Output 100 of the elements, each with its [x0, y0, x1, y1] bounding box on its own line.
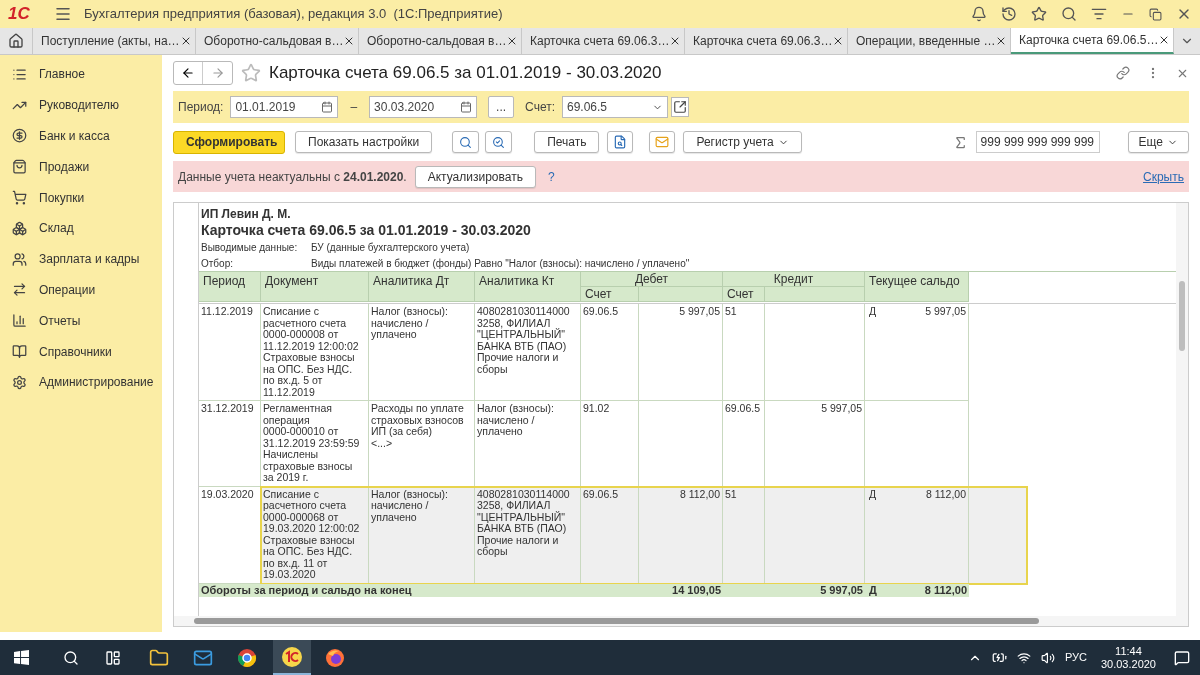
- table-cell: 69.06.5: [581, 486, 639, 584]
- report-title: Карточка счета 69.06.5 за 01.01.2019 - 30.03.2020: [201, 221, 532, 240]
- list-icon: [12, 66, 27, 82]
- task-view-icon[interactable]: [105, 649, 121, 666]
- table-cell: 11.12.2019: [199, 304, 261, 401]
- tab[interactable]: Оборотно-сальдовая в…: [196, 28, 359, 54]
- search-button[interactable]: [452, 131, 480, 153]
- sidebar-item[interactable]: Отчеты: [0, 305, 162, 337]
- register-button[interactable]: Регистр учета: [683, 131, 802, 153]
- date-field[interactable]: 01.01.2019: [230, 96, 339, 118]
- tab[interactable]: Карточка счета 69.06.3…: [522, 28, 685, 54]
- column-header: Кредит: [723, 272, 865, 287]
- column-header: Аналитика Дт: [369, 272, 475, 302]
- window-title: Бухгалтерия предприятия (базовая), редакция 3.0 (1С:Предприятие): [84, 5, 503, 24]
- table-cell: Д: [865, 304, 889, 401]
- sidebar-item[interactable]: Администрирование: [0, 366, 162, 398]
- table-cell: 31.12.2019: [199, 401, 261, 487]
- tab[interactable]: Оборотно-сальдовая в…: [359, 28, 522, 54]
- arrow-left-icon: [181, 66, 195, 80]
- column-header: Период: [199, 272, 261, 302]
- totals-label: Обороты за период и сальдо на конец: [200, 583, 413, 597]
- home-icon: [8, 33, 24, 49]
- open-icon[interactable]: [671, 97, 689, 117]
- table-cell-text: 8 112,00: [923, 583, 968, 597]
- table-cell: Д: [865, 486, 889, 584]
- notifications-icon[interactable]: [1174, 649, 1190, 666]
- account-field[interactable]: 69.06.5: [562, 96, 668, 118]
- table-cell: 4080281030114000 3258, ФИЛИАЛ "ЦЕНТРАЛЬНЫЙ" БАНКА ВТБ (ПАО) Прочие налоги и сборы: [475, 486, 581, 584]
- table-cell: 5 997,05: [889, 304, 969, 401]
- sidebar-item[interactable]: Руководителю: [0, 89, 162, 121]
- tab[interactable]: Поступление (акты, на…: [33, 28, 196, 54]
- table-cell: 5 997,05: [639, 304, 723, 401]
- tab[interactable]: Карточка счета 69.06.3…: [685, 28, 848, 54]
- vertical-scrollbar[interactable]: [1176, 203, 1188, 616]
- clock[interactable]: 11:44 30.03.2020: [1100, 644, 1156, 671]
- sidebar-item[interactable]: Покупки: [0, 182, 162, 213]
- filter-label: Отбор:: [201, 257, 234, 271]
- star-icon[interactable]: [1031, 6, 1047, 22]
- generate-button[interactable]: Сформировать: [173, 130, 285, 154]
- help-link[interactable]: ?: [547, 167, 555, 186]
- calendar-icon: [321, 101, 334, 113]
- cart-icon: [12, 190, 27, 206]
- date-field[interactable]: 30.03.2020: [369, 96, 478, 118]
- search-next-icon: [492, 135, 506, 149]
- table-cell: 51: [723, 304, 765, 401]
- sidebar-item[interactable]: Справочники: [0, 336, 162, 367]
- app-taskbar-button[interactable]: [273, 640, 311, 675]
- envelope-icon: [655, 135, 670, 149]
- horizontal-scrollbar[interactable]: [174, 616, 1188, 626]
- sidebar-item[interactable]: Главное: [0, 59, 162, 90]
- filter-icon[interactable]: [1091, 6, 1107, 22]
- search-next-button[interactable]: [485, 131, 513, 153]
- sum-field: 999 999 999 999 999: [975, 131, 1100, 153]
- period-button[interactable]: ...: [488, 96, 515, 118]
- language-indicator[interactable]: РУС: [1064, 649, 1087, 666]
- bar-chart-icon: [12, 313, 27, 329]
- coin-icon: [12, 128, 27, 144]
- table-cell: Списание с расчетного счета 0000-000068 от 19.03.2020 12:00:02 Страховые взносы на ОПС. Без НДС. по вх.д. 11 от 19.03.2020: [261, 486, 369, 584]
- form-title: Карточка счета 69.06.5 за 01.01.2019 - 30.03.2020: [269, 62, 662, 85]
- column-header: Документ: [261, 272, 369, 302]
- app-logo: 1С: [8, 3, 31, 26]
- windows-start-icon[interactable]: [14, 650, 29, 665]
- menu-icon[interactable]: [54, 5, 72, 23]
- tab[interactable]: Карточка счета 69.06.5…: [1011, 28, 1174, 54]
- more-button[interactable]: Еще: [1127, 131, 1189, 153]
- update-button[interactable]: Актуализировать: [414, 165, 536, 188]
- history-icon[interactable]: [1001, 6, 1017, 22]
- search-icon[interactable]: [1061, 6, 1077, 22]
- battery-icon[interactable]: [991, 650, 1007, 665]
- wifi-icon[interactable]: [1016, 650, 1031, 665]
- bell-icon[interactable]: [971, 6, 987, 22]
- settings-button[interactable]: Показать настройки: [295, 131, 433, 153]
- boxes-icon: [12, 220, 27, 236]
- restore-icon[interactable]: [1149, 7, 1162, 21]
- search-icon[interactable]: [63, 649, 79, 666]
- table-cell: 8 112,00: [889, 486, 969, 584]
- notice-text: Данные учета неактуальны с 24.01.2020.: [178, 168, 407, 186]
- folder-icon[interactable]: [149, 647, 169, 668]
- firefox-icon[interactable]: [325, 647, 345, 668]
- selected-row-highlight[interactable]: [261, 486, 1027, 584]
- table-cell-text: 5 997,05: [819, 583, 864, 597]
- calendar-icon: [460, 101, 473, 113]
- column-header: Аналитика Кт: [475, 272, 581, 302]
- star-icon[interactable]: [241, 63, 261, 83]
- hide-link[interactable]: Скрыть: [1143, 167, 1184, 186]
- organization-name: ИП Левин Д. М.: [201, 207, 292, 221]
- volume-icon[interactable]: [1040, 650, 1055, 665]
- link-icon[interactable]: [1116, 66, 1130, 80]
- sidebar-item[interactable]: Склад: [0, 213, 162, 244]
- table-cell: Списание с расчетного счета 0000-000008 от 11.12.2019 12:00:02 Страховые взносы на ОПС. Без НДС. по вх.д. 5 от 11.12.2019: [261, 304, 369, 401]
- sidebar-item[interactable]: Продажи: [0, 151, 162, 183]
- sidebar-item[interactable]: Зарплата и кадры: [0, 243, 162, 275]
- print-button[interactable]: Печать: [534, 131, 600, 153]
- sidebar-item[interactable]: Банк и касса: [0, 120, 162, 152]
- table-cell-text: 14 109,05: [671, 583, 722, 597]
- table-cell-text: Д: [868, 583, 878, 597]
- sidebar-item[interactable]: Операции: [0, 274, 162, 306]
- browser-icon[interactable]: [237, 647, 257, 668]
- preview-button[interactable]: [607, 131, 634, 153]
- table-cell: Налог (взносы): начислено / уплачено: [369, 486, 475, 584]
